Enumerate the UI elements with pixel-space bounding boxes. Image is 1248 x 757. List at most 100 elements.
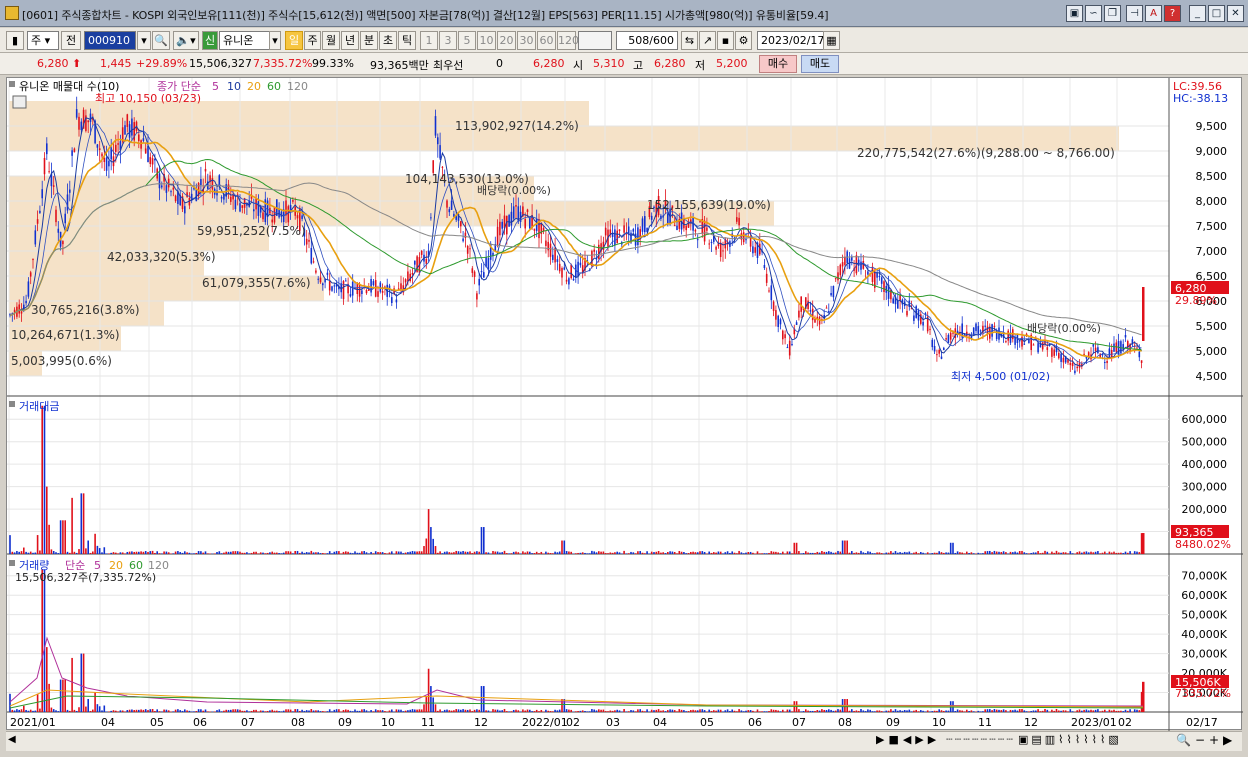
interval-5[interactable]: 5 <box>458 31 476 50</box>
name-dropdown-icon[interactable]: ▾ <box>269 31 281 50</box>
speaker-icon[interactable]: 🔈▾ <box>173 31 199 50</box>
layout-icon[interactable]: ▣ <box>1066 5 1083 22</box>
prev-button[interactable]: 전 <box>61 31 81 50</box>
settings-gear-icon[interactable]: ⚙ <box>735 31 752 50</box>
help-icon[interactable]: ? <box>1164 5 1181 22</box>
period-year-tab[interactable]: 년 <box>341 31 359 50</box>
volume-bar <box>885 710 888 712</box>
chart-tool-icons[interactable]: ▣▤▥⌇⌇⌇⌇⌇⌇▧ <box>1018 733 1122 746</box>
period-second-tab[interactable]: 초 <box>379 31 397 50</box>
volume-bar <box>188 710 191 712</box>
candle-body <box>128 124 131 138</box>
calendar-icon[interactable]: ▦ <box>823 31 840 50</box>
amount-bar <box>841 540 844 554</box>
amount-bar <box>381 552 384 554</box>
interval-10[interactable]: 10 <box>477 31 496 50</box>
volume-bar <box>1099 711 1101 712</box>
stock-code-input[interactable]: 000910 <box>84 31 136 50</box>
interval-120[interactable]: 120 <box>557 31 579 50</box>
candle-body <box>216 190 218 196</box>
scroll-left-icon[interactable]: ◀ <box>8 734 16 745</box>
amount-bar <box>816 551 819 554</box>
volume-bar <box>1039 711 1042 712</box>
candle-body <box>310 247 313 264</box>
amount-bar <box>970 552 973 554</box>
amount-bar <box>690 551 692 554</box>
bottom-scrollbar[interactable]: ◀ ▶■◀▶▶ ┄┄┄┄┄┄┄┄ ▣▤▥⌇⌇⌇⌇⌇⌇▧ 🔍−+▶ <box>6 731 1242 751</box>
buy-button[interactable]: 매수 <box>759 55 797 73</box>
x-tick: 09 <box>338 716 352 729</box>
stock-chart-svg[interactable]: 5,003,995(0.6%) 10,264,671(1.3%) 30,765,21… <box>7 78 1243 731</box>
search-icon[interactable]: 🔍 <box>152 31 170 50</box>
candle-body <box>158 173 161 189</box>
candle-body <box>699 221 701 223</box>
period-week-tab[interactable]: 주 <box>304 31 321 50</box>
period-day-tab[interactable]: 일 <box>285 31 303 50</box>
code-dropdown-icon[interactable]: ▾ <box>137 31 151 50</box>
amount-bar <box>154 552 156 554</box>
volume-bar <box>319 711 322 712</box>
custom-interval-input[interactable] <box>578 31 612 50</box>
candle-body <box>549 243 552 257</box>
candle-body <box>365 289 368 294</box>
sell-button[interactable]: 매도 <box>801 55 839 73</box>
interval-20[interactable]: 20 <box>497 31 516 50</box>
amount-bar <box>526 551 529 554</box>
period-tick-tab[interactable]: 틱 <box>398 31 416 50</box>
playback-controls[interactable]: ▶■◀▶▶ <box>876 733 940 746</box>
amount-bar <box>156 551 158 554</box>
window-icon[interactable]: ❐ <box>1104 5 1121 22</box>
period-month-tab[interactable]: 월 <box>322 31 340 50</box>
amount-bar <box>834 552 837 554</box>
amount-bar <box>1041 552 1044 554</box>
save-icon[interactable]: ▪ <box>717 31 734 50</box>
chart-area[interactable]: 5,003,995(0.6%) 10,264,671(1.3%) 30,765,21… <box>6 77 1243 731</box>
period-minute-tab[interactable]: 분 <box>360 31 378 50</box>
candle-body <box>936 354 938 356</box>
amount-bar <box>963 553 966 554</box>
amount-bar <box>802 553 805 554</box>
amount-bar <box>561 540 563 554</box>
amount-bar <box>945 552 947 554</box>
interval-30[interactable]: 30 <box>517 31 536 50</box>
amount-bar <box>404 552 407 554</box>
volume-bar <box>616 709 618 712</box>
date-field[interactable]: 2023/02/17 <box>757 31 827 50</box>
amount-bar <box>1012 552 1014 554</box>
amount-bar <box>1007 553 1009 554</box>
zoom-controls[interactable]: 🔍−+▶ <box>1176 733 1236 747</box>
data-count-field[interactable]: 508/600 <box>616 31 678 50</box>
volume-bar <box>1117 710 1120 712</box>
period-mode-select[interactable]: 주 ▾ <box>27 31 59 50</box>
volume-bar <box>807 710 809 712</box>
volume-bar <box>186 710 188 712</box>
maximize-button[interactable]: □ <box>1208 5 1225 22</box>
volume-bar <box>103 705 106 712</box>
candle-body <box>644 216 646 233</box>
amount-bar <box>133 551 135 554</box>
zoom-slider[interactable]: ┄┄┄┄┄┄┄┄ <box>946 733 1015 746</box>
candle-body <box>43 157 46 175</box>
chart-type-icon[interactable]: ▮ <box>6 31 24 50</box>
volume-bar <box>655 709 658 712</box>
candle-body <box>1113 343 1115 352</box>
minimize-button[interactable]: _ <box>1189 5 1206 22</box>
pin-icon[interactable]: ⊣ <box>1126 5 1143 22</box>
trend-icon[interactable]: ↗ <box>699 31 716 50</box>
close-button[interactable]: ✕ <box>1227 5 1244 22</box>
candle-body <box>117 143 119 145</box>
volume-bar <box>968 711 970 712</box>
interval-1[interactable]: 1 <box>420 31 438 50</box>
indicator-icon[interactable]: ⇆ <box>681 31 698 50</box>
volume-bar <box>144 709 147 712</box>
volume-bar <box>1028 711 1030 712</box>
volume-bar <box>466 709 469 712</box>
interval-3[interactable]: 3 <box>439 31 457 50</box>
x-tick: 06 <box>748 716 762 729</box>
open-price: 5,310 <box>593 57 625 70</box>
link-icon[interactable]: ∽ <box>1085 5 1102 22</box>
title-bar: [0601] 주식종합차트 - KOSPI 외국인보유[111(천)] 주식수[… <box>0 0 1248 27</box>
interval-60[interactable]: 60 <box>537 31 556 50</box>
grid-toggle-icon[interactable] <box>12 95 27 109</box>
font-icon[interactable]: A <box>1145 5 1162 22</box>
